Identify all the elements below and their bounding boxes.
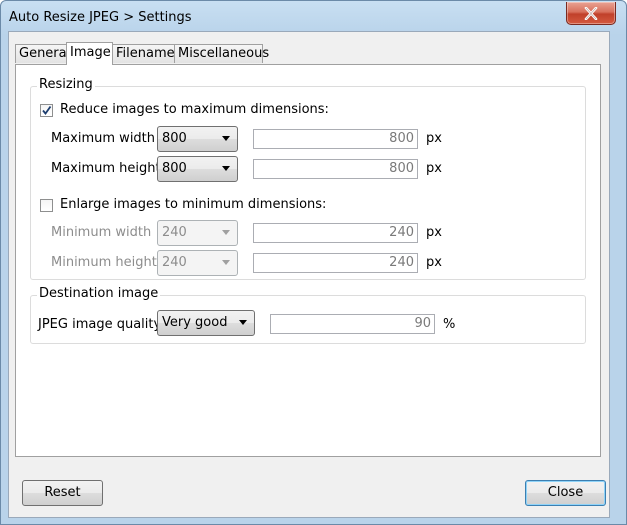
maximum-width-selected: 800: [162, 131, 187, 146]
minimum-width-unit: px: [426, 225, 442, 240]
minimum-width-label: Minimum width: [51, 225, 152, 240]
minimum-width-selected: 240: [162, 225, 187, 240]
close-button[interactable]: Close: [525, 480, 606, 506]
maximum-height-unit: px: [426, 161, 442, 176]
minimum-height-unit: px: [426, 255, 442, 270]
dialog-content: General Image Filename Miscellaneous Res…: [8, 31, 610, 466]
tab-image[interactable]: Image: [66, 42, 113, 65]
minimum-height-dropdown[interactable]: 240: [157, 250, 238, 276]
image-tab-panel: Resizing Reduce images to maximum dimens…: [15, 64, 601, 457]
reduce-images-checkbox[interactable]: [40, 104, 53, 117]
chevron-down-icon: [222, 166, 230, 171]
maximum-width-dropdown[interactable]: 800: [157, 126, 238, 152]
reduce-images-label: Reduce images to maximum dimensions:: [60, 102, 329, 117]
maximum-height-label: Maximum height: [51, 161, 161, 176]
chevron-down-icon: [222, 260, 230, 265]
destination-group-title: Destination image: [37, 286, 161, 301]
jpeg-quality-input[interactable]: 90: [270, 314, 435, 334]
destination-image-group: Destination image JPEG image quality Ver…: [30, 286, 586, 344]
chevron-down-icon: [222, 230, 230, 235]
maximum-width-input[interactable]: 800: [253, 129, 418, 149]
minimum-width-dropdown[interactable]: 240: [157, 220, 238, 246]
maximum-height-dropdown[interactable]: 800: [157, 156, 238, 182]
tab-general[interactable]: General: [15, 44, 70, 63]
chevron-down-icon: [239, 320, 247, 325]
jpeg-quality-unit: %: [443, 317, 456, 332]
close-icon: [584, 7, 598, 20]
minimum-height-input[interactable]: 240: [253, 253, 418, 273]
jpeg-quality-dropdown[interactable]: Very good: [157, 310, 255, 336]
maximum-height-selected: 800: [162, 161, 187, 176]
checkmark-icon: [42, 105, 52, 115]
resizing-group: Resizing Reduce images to maximum dimens…: [30, 77, 586, 280]
enlarge-images-label: Enlarge images to minimum dimensions:: [60, 197, 327, 212]
tab-filename[interactable]: Filename: [112, 44, 175, 63]
maximum-width-unit: px: [426, 131, 442, 146]
reset-button[interactable]: Reset: [22, 480, 103, 506]
chevron-down-icon: [222, 136, 230, 141]
jpeg-quality-selected: Very good: [162, 315, 228, 330]
enlarge-images-checkbox[interactable]: [40, 199, 53, 212]
window-close-button[interactable]: [566, 2, 616, 25]
settings-window: Auto Resize JPEG > Settings General Imag…: [0, 0, 627, 525]
button-bar: Reset Close: [8, 464, 610, 518]
minimum-width-input[interactable]: 240: [253, 223, 418, 243]
title-bar: Auto Resize JPEG > Settings: [1, 1, 626, 35]
maximum-height-input[interactable]: 800: [253, 159, 418, 179]
minimum-height-label: Minimum height: [51, 255, 157, 270]
tab-miscellaneous[interactable]: Miscellaneous: [174, 44, 269, 63]
window-title: Auto Resize JPEG > Settings: [9, 10, 192, 25]
maximum-width-label: Maximum width: [51, 131, 156, 146]
jpeg-quality-label: JPEG image quality: [38, 317, 162, 332]
resizing-group-title: Resizing: [37, 77, 95, 92]
minimum-height-selected: 240: [162, 255, 187, 270]
